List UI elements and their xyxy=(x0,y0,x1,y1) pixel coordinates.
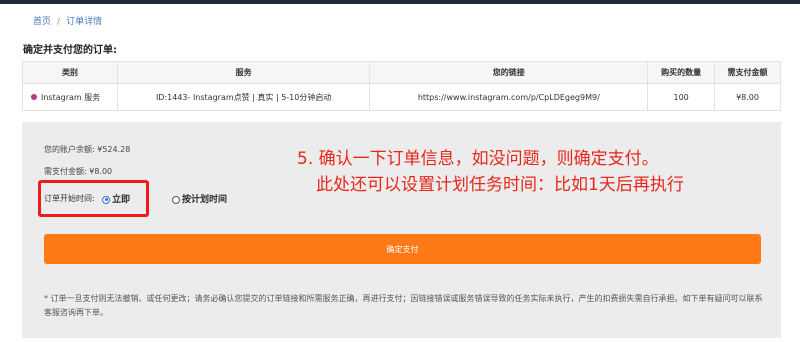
cell-link: https://www.instagram.com/p/CpLDEgeg9M9/ xyxy=(369,83,649,111)
disclaimer-text: * 订单一旦支付则无法撤销、或任何更改；请务必确认您提交的订单链接和所需服务正确… xyxy=(44,294,763,317)
category-text: Instagram 服务 xyxy=(41,92,101,102)
annotation-line-2: 此处还可以设置计划任务时间：比如1天后再执行 xyxy=(316,175,684,195)
scheduled-time-option[interactable]: 按计划时间 xyxy=(172,192,227,205)
section-title: 确定并支付您的订单: xyxy=(23,45,117,56)
breadcrumb: 首页 / 订单详情 xyxy=(33,14,102,27)
confirm-payment-button[interactable]: 确定支付 xyxy=(44,234,761,264)
breadcrumb-separator: / xyxy=(57,17,61,27)
annotation-line-1: 5. 确认一下订单信息，如没问题，则确定支付。 xyxy=(297,149,659,169)
cell-category: Instagram 服务 xyxy=(22,83,118,111)
instagram-icon xyxy=(31,94,37,100)
cell-price: ¥8.00 xyxy=(714,83,781,111)
column-header-category: 类别 xyxy=(22,61,118,84)
scheduled-time-label: 按计划时间 xyxy=(182,195,228,205)
radio-unselected-icon[interactable] xyxy=(172,195,180,204)
table-row: Instagram 服务 ID:1443- Instagram点赞 | 真实 |… xyxy=(22,83,781,111)
column-header-link: 您的链接 xyxy=(369,61,649,84)
breadcrumb-home-link[interactable]: 首页 xyxy=(33,17,51,27)
highlight-box xyxy=(38,180,149,217)
column-header-quantity: 购买的数量 xyxy=(647,61,716,84)
table-header-row: 类别 服务 您的链接 购买的数量 需支付金额 xyxy=(22,61,781,84)
payment-panel: 您的账户余额: ¥524.28 需支付金额: ¥8.00 订单开始时间: 立即 … xyxy=(22,122,781,338)
column-header-service: 服务 xyxy=(116,61,371,84)
order-table: 类别 服务 您的链接 购买的数量 需支付金额 Instagram 服务 ID:1… xyxy=(22,61,781,111)
account-balance: 您的账户余额: ¥524.28 xyxy=(44,145,131,154)
column-header-price: 需支付金额 xyxy=(714,61,781,84)
cell-service: ID:1443- Instagram点赞 | 真实 | 5-10分钟启动 xyxy=(116,83,371,111)
cell-quantity: 100 xyxy=(647,83,716,111)
breadcrumb-current: 订单详情 xyxy=(66,17,103,27)
amount-due: 需支付金额: ¥8.00 xyxy=(44,167,113,176)
top-bar xyxy=(0,0,800,4)
